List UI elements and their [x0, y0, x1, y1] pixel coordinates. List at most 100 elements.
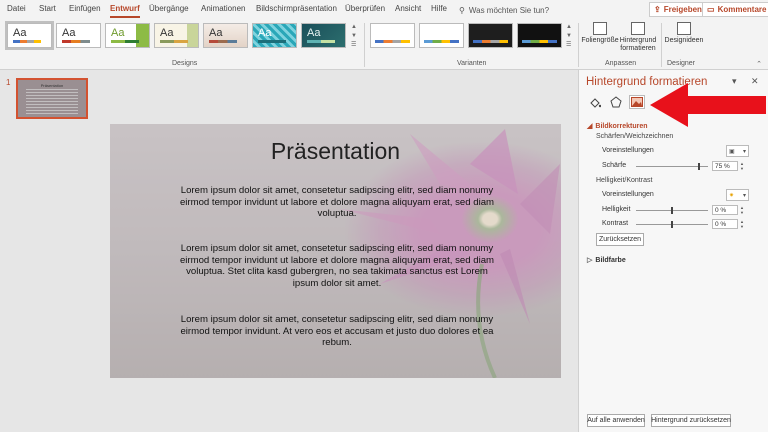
- design-ideas-label: Designideen: [664, 37, 704, 44]
- ribbon: Aa Aa Aa Aa Aa Aa Aa ▲ ▼ ☰ Designs ▲ ▼ ☰…: [0, 20, 768, 70]
- variant-2[interactable]: [419, 23, 464, 48]
- brightness-presets-dropdown[interactable]: ✷ ▾: [726, 189, 749, 201]
- theme-2[interactable]: Aa: [56, 23, 101, 48]
- theme-color-bar: [13, 40, 41, 43]
- theme-6[interactable]: Aa: [252, 23, 297, 48]
- brightness-spinner[interactable]: ▲ ▼: [739, 205, 745, 215]
- fill-bucket-icon[interactable]: [587, 95, 603, 109]
- reset-background-button[interactable]: Hintergrund zurücksetzen: [651, 414, 731, 427]
- chevron-up-icon[interactable]: ▲: [566, 24, 574, 30]
- sharpness-spinner[interactable]: ▲ ▼: [739, 161, 745, 171]
- share-label: Freigeben: [663, 5, 702, 14]
- brightness-presets-label: Voreinstellungen: [602, 191, 654, 198]
- group-label-designs: Designs: [172, 60, 198, 67]
- slide-thumbnail[interactable]: Präsentation: [16, 78, 88, 119]
- tab-hilfe[interactable]: Hilfe: [431, 4, 447, 13]
- thumbnail-text-lines: [26, 89, 78, 114]
- variant-color-bar: [473, 40, 508, 43]
- theme-7[interactable]: Aa: [301, 23, 346, 48]
- slide-title[interactable]: Präsentation: [110, 138, 561, 165]
- variant-4[interactable]: [517, 23, 562, 48]
- chevron-down-icon[interactable]: ▼: [351, 33, 359, 39]
- sharpness-label: Schärfe: [602, 162, 627, 169]
- theme-color-bar: [209, 40, 237, 43]
- group-label-adjust: Anpassen: [605, 60, 637, 67]
- format-background-button[interactable]: Hintergrund formatieren: [618, 22, 658, 53]
- share-button[interactable]: ⇪ Freigeben: [649, 2, 707, 17]
- sharpness-input[interactable]: 75 %: [712, 161, 738, 171]
- group-divider: [578, 23, 579, 67]
- collapse-ribbon-icon[interactable]: ⌃: [756, 60, 762, 68]
- slide-size-icon: [593, 22, 607, 35]
- tab-animationen[interactable]: Animationen: [201, 4, 245, 13]
- variants-gallery-scroll[interactable]: ▲ ▼ ☰: [566, 24, 574, 48]
- section-picture-color-label: Bildfarbe: [595, 256, 626, 264]
- themes-gallery-scroll[interactable]: ▲ ▼ ☰: [351, 24, 359, 48]
- group-divider: [364, 23, 365, 67]
- group-label-designer: Designer: [667, 60, 696, 67]
- tab-start[interactable]: Start: [39, 4, 56, 13]
- expanded-triangle-icon: ◢: [587, 123, 593, 130]
- brightness-label: Helligkeit: [602, 206, 631, 213]
- slide-size-button[interactable]: Foliengröße: [581, 22, 619, 45]
- tab-entwurf[interactable]: Entwurf: [110, 4, 140, 18]
- contrast-input[interactable]: 0 %: [712, 219, 738, 229]
- slide-paragraph-2[interactable]: Lorem ipsum dolor sit amet, consetetur s…: [172, 243, 502, 289]
- contrast-slider-thumb[interactable]: [671, 221, 673, 228]
- more-icon[interactable]: ☰: [351, 41, 359, 48]
- slide-canvas[interactable]: Präsentation Lorem ipsum dolor sit amet,…: [110, 124, 561, 378]
- comment-icon: ▭: [707, 5, 715, 14]
- slide-paragraph-1[interactable]: Lorem ipsum dolor sit amet, consetetur s…: [172, 185, 502, 220]
- contrast-spinner[interactable]: ▲ ▼: [739, 219, 745, 229]
- theme-office[interactable]: Aa: [5, 21, 54, 50]
- variant-3[interactable]: [468, 23, 513, 48]
- more-icon[interactable]: ☰: [566, 41, 574, 48]
- sharpness-slider-thumb[interactable]: [698, 163, 700, 170]
- theme-preview-text: Aa: [111, 27, 125, 39]
- brightness-contrast-heading: Helligkeit/Kontrast: [596, 177, 653, 184]
- tab-bildschirmpraesentation[interactable]: Bildschirmpräsentation: [256, 4, 337, 13]
- tab-ueberpruefen[interactable]: Überprüfen: [345, 4, 385, 13]
- brightness-input[interactable]: 0 %: [712, 205, 738, 215]
- slide-number: 1: [6, 78, 11, 87]
- tab-uebergaenge[interactable]: Übergänge: [149, 4, 189, 13]
- theme-color-bar: [258, 40, 286, 43]
- section-picture-corrections-label: Bildkorrekturen: [595, 122, 648, 130]
- thumbnail-title: Präsentation: [40, 83, 64, 88]
- theme-color-bar: [111, 40, 139, 43]
- theme-3[interactable]: Aa: [105, 23, 150, 48]
- theme-preview-text: Aa: [209, 27, 223, 39]
- tab-ansicht[interactable]: Ansicht: [395, 4, 421, 13]
- theme-5[interactable]: Aa: [203, 23, 248, 48]
- theme-4[interactable]: Aa: [154, 23, 199, 48]
- sharpen-presets-label: Voreinstellungen: [602, 147, 654, 154]
- chevron-down-icon: ▾: [742, 192, 746, 199]
- tab-einfuegen[interactable]: Einfügen: [69, 4, 101, 13]
- sharpen-presets-dropdown[interactable]: ▣ ▾: [726, 145, 749, 157]
- picture-icon[interactable]: [629, 95, 645, 109]
- design-ideas-button[interactable]: Designideen: [664, 22, 704, 45]
- slide-paragraph-3[interactable]: Lorem ipsum dolor sit amet, consetetur s…: [172, 314, 502, 349]
- chevron-up-icon[interactable]: ▲: [351, 24, 359, 30]
- theme-color-bar: [160, 40, 188, 43]
- contrast-label: Kontrast: [602, 220, 629, 227]
- variant-1[interactable]: [370, 23, 415, 48]
- slide-thumbnail-pane: 1 Präsentation: [0, 70, 95, 432]
- sun-icon: ✷: [729, 192, 735, 199]
- design-ideas-icon: [677, 22, 691, 35]
- apply-to-all-button[interactable]: Auf alle anwenden: [587, 414, 645, 427]
- sharpen-soften-heading: Schärfen/Weichzeichnen: [596, 133, 674, 140]
- section-picture-color[interactable]: ▷ Bildfarbe: [587, 256, 626, 265]
- section-picture-corrections[interactable]: ◢ Bildkorrekturen: [587, 122, 648, 131]
- reset-corrections-button[interactable]: Zurücksetzen: [596, 233, 644, 246]
- brightness-slider-thumb[interactable]: [671, 207, 673, 214]
- theme-color-bar: [62, 40, 90, 43]
- comments-button[interactable]: ▭ Kommentare: [702, 2, 768, 17]
- red-arrow-annotation: [650, 83, 766, 127]
- chevron-down-icon: ▾: [742, 148, 746, 155]
- tell-me-search[interactable]: ⚲ Was möchten Sie tun?: [459, 3, 609, 17]
- chevron-down-icon[interactable]: ▼: [566, 33, 574, 39]
- tab-datei[interactable]: Datei: [7, 4, 26, 13]
- effects-pentagon-icon[interactable]: [608, 95, 624, 109]
- share-icon: ⇪: [654, 5, 661, 14]
